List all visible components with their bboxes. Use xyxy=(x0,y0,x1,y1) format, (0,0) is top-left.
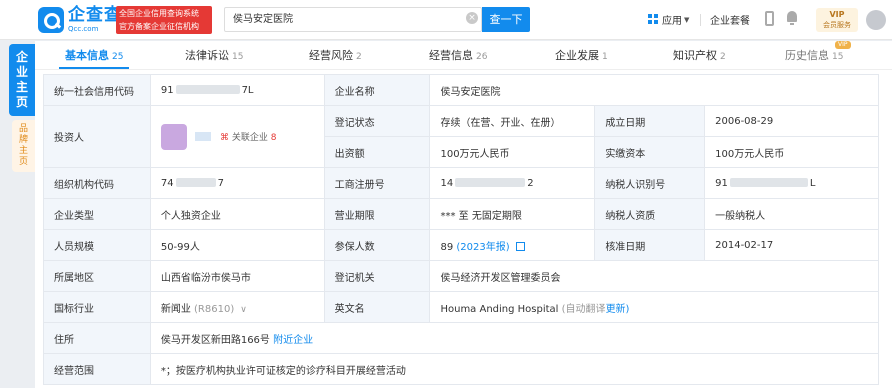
reg-status-value: 存续（在营、开业、在册） xyxy=(429,105,596,137)
logo-text: 企查查 xyxy=(68,5,122,25)
logo-domain: Qcc.com xyxy=(68,25,99,33)
tab-development[interactable]: 企业发展 1 xyxy=(555,47,608,63)
enterprise-plan-link[interactable]: 企业套餐 xyxy=(710,12,750,27)
paid-capital-label: 实缴资本 xyxy=(594,136,706,168)
capital-label: 出资额 xyxy=(323,136,431,168)
main-panel: 基本信息 25 法律诉讼 15 经营风险 2 经营信息 26 企业发展 1 知识产权 2 历… xyxy=(35,41,892,388)
staff-label: 人员规模 xyxy=(43,229,151,261)
authority-value: 侯马经济开发区管理委员会 xyxy=(429,260,879,292)
investor-value[interactable]: ⌘ 关联企业 8 xyxy=(149,105,325,168)
table-row: 人员规模 50-99人 参保人数 89 (2023年报) 核准日期 2014-0… xyxy=(43,229,879,261)
nearby-companies-link[interactable]: 附近企业 xyxy=(273,335,313,346)
tab-risk[interactable]: 经营风险 2 xyxy=(309,47,362,63)
tab-operation[interactable]: 经营信息 26 xyxy=(429,47,487,63)
tax-id-value[interactable]: 91 L xyxy=(704,167,879,199)
authority-label: 登记机关 xyxy=(323,260,431,292)
term-label: 营业期限 xyxy=(323,198,431,230)
scope-value: *；按医疗机构执业许可证核定的诊疗科目开展经营活动 xyxy=(149,353,880,385)
basic-info-table: 统一社会信用代码 91 7L 企业名称 侯马安定医院 投资人 ⌘ 关联企业 8 登… xyxy=(43,74,880,385)
table-row: 住所 侯马开发区新田路166号 附近企业 xyxy=(43,322,880,354)
search-input[interactable]: 侯马安定医院 xyxy=(224,7,482,32)
investor-label: 投资人 xyxy=(43,105,151,168)
clear-icon[interactable]: × xyxy=(466,12,478,24)
credit-code-value[interactable]: 91 7L xyxy=(149,74,325,106)
related-icon: ⌘ xyxy=(220,133,230,143)
tax-id-label: 纳税人识别号 xyxy=(594,167,706,199)
investor-name[interactable] xyxy=(194,132,211,141)
official-badge: 全国企业信用查询系统 官方备案企业征信机构 xyxy=(116,6,212,34)
caret-down-icon: ▼ xyxy=(684,15,690,24)
capital-value: 100万元人民币 xyxy=(429,136,596,168)
reg-no-value[interactable]: 14 2 xyxy=(429,167,596,199)
english-name-label: 英文名 xyxy=(323,291,431,323)
org-code-label: 组织机构代码 xyxy=(43,167,151,199)
insured-value: 89 (2023年报) xyxy=(429,229,596,261)
address-label: 住所 xyxy=(43,322,151,354)
region-label: 所属地区 xyxy=(43,260,151,292)
english-name-value: Houma Anding Hospital (自动翻译更新) xyxy=(429,291,879,323)
address-value: 侯马开发区新田路166号 附近企业 xyxy=(149,322,880,354)
update-translation-link[interactable]: 更新) xyxy=(606,304,630,315)
table-row: 经营范围 *；按医疗机构执业许可证核定的诊疗科目开展经营活动 xyxy=(43,353,880,385)
term-value: *** 至 无固定期限 xyxy=(429,198,596,230)
chevron-down-icon[interactable]: ∨ xyxy=(240,305,247,315)
insured-label: 参保人数 xyxy=(323,229,431,261)
investor-avatar xyxy=(160,123,187,150)
approved-label: 核准日期 xyxy=(594,229,706,261)
type-value: 个人独资企业 xyxy=(149,198,325,230)
company-name-value[interactable]: 侯马安定医院 xyxy=(429,74,879,106)
vip-tag: VIP xyxy=(835,41,851,49)
type-label: 企业类型 xyxy=(43,198,151,230)
logo-icon xyxy=(38,7,64,33)
annual-report-link[interactable]: (2023年报) xyxy=(456,242,509,253)
taxpayer-label: 纳税人资质 xyxy=(594,198,706,230)
tab-ip[interactable]: 知识产权 2 xyxy=(673,47,726,63)
vip-button[interactable]: VIP 会员服务 xyxy=(816,8,858,32)
search-button[interactable]: 查一下 xyxy=(482,7,530,32)
side-tab-brand[interactable]: 品牌主页 xyxy=(12,120,35,172)
founded-label: 成立日期 xyxy=(594,105,706,137)
table-row: 统一社会信用代码 91 7L 企业名称 侯马安定医院 xyxy=(43,74,879,106)
bell-icon[interactable] xyxy=(786,11,798,25)
table-row: 国标行业 新闻业 (R8610) ∨ 英文名 Houma Anding Hospi… xyxy=(43,291,879,323)
avatar[interactable] xyxy=(866,10,886,30)
paid-capital-value: 100万元人民币 xyxy=(704,136,879,168)
company-name-label: 企业名称 xyxy=(323,74,431,106)
approved-value: 2014-02-17 xyxy=(704,229,879,261)
tab-bar: 基本信息 25 法律诉讼 15 经营风险 2 经营信息 26 企业发展 1 知识产权 2 历… xyxy=(35,41,892,70)
tab-legal[interactable]: 法律诉讼 15 xyxy=(185,47,243,63)
report-icon[interactable] xyxy=(515,242,525,251)
taxpayer-value: 一般纳税人 xyxy=(704,198,879,230)
org-code-value[interactable]: 74 7 xyxy=(149,167,325,199)
industry-value[interactable]: 新闻业 (R8610) ∨ xyxy=(149,291,325,323)
tab-basic-info[interactable]: 基本信息 25 xyxy=(65,47,123,63)
side-tab-company[interactable]: 企业主页 xyxy=(9,44,35,116)
credit-code-label: 统一社会信用代码 xyxy=(43,74,151,106)
industry-label: 国标行业 xyxy=(43,291,151,323)
region-value[interactable]: 山西省临汾市侯马市 xyxy=(149,260,325,292)
app-menu[interactable]: 应用 ▼ xyxy=(648,12,689,27)
founded-value: 2006-08-29 xyxy=(704,105,879,137)
top-bar: 企查查 Qcc.com 全国企业信用查询系统 官方备案企业征信机构 侯马安定医院… xyxy=(0,0,892,40)
table-row: 组织机构代码 74 7 工商注册号 14 2 纳税人识别号 91 L xyxy=(43,167,879,199)
logo[interactable]: 企查查 Qcc.com xyxy=(38,6,122,34)
grid-icon xyxy=(648,14,659,25)
scope-label: 经营范围 xyxy=(43,353,151,385)
reg-status-label: 登记状态 xyxy=(323,105,431,137)
divider xyxy=(700,14,701,26)
staff-value: 50-99人 xyxy=(149,229,325,261)
phone-icon[interactable] xyxy=(765,11,774,26)
active-tab-indicator xyxy=(59,67,129,69)
related-companies-link[interactable]: ⌘ 关联企业 8 xyxy=(220,130,277,143)
tab-history[interactable]: 历史信息 15 xyxy=(785,47,843,63)
reg-no-label: 工商注册号 xyxy=(323,167,431,199)
table-row: 投资人 ⌘ 关联企业 8 登记状态 存续（在营、开业、在册） 成立日期 2006… xyxy=(43,105,879,168)
table-row: 企业类型 个人独资企业 营业期限 *** 至 无固定期限 纳税人资质 一般纳税人 xyxy=(43,198,879,230)
table-row: 所属地区 山西省临汾市侯马市 登记机关 侯马经济开发区管理委员会 xyxy=(43,260,879,292)
